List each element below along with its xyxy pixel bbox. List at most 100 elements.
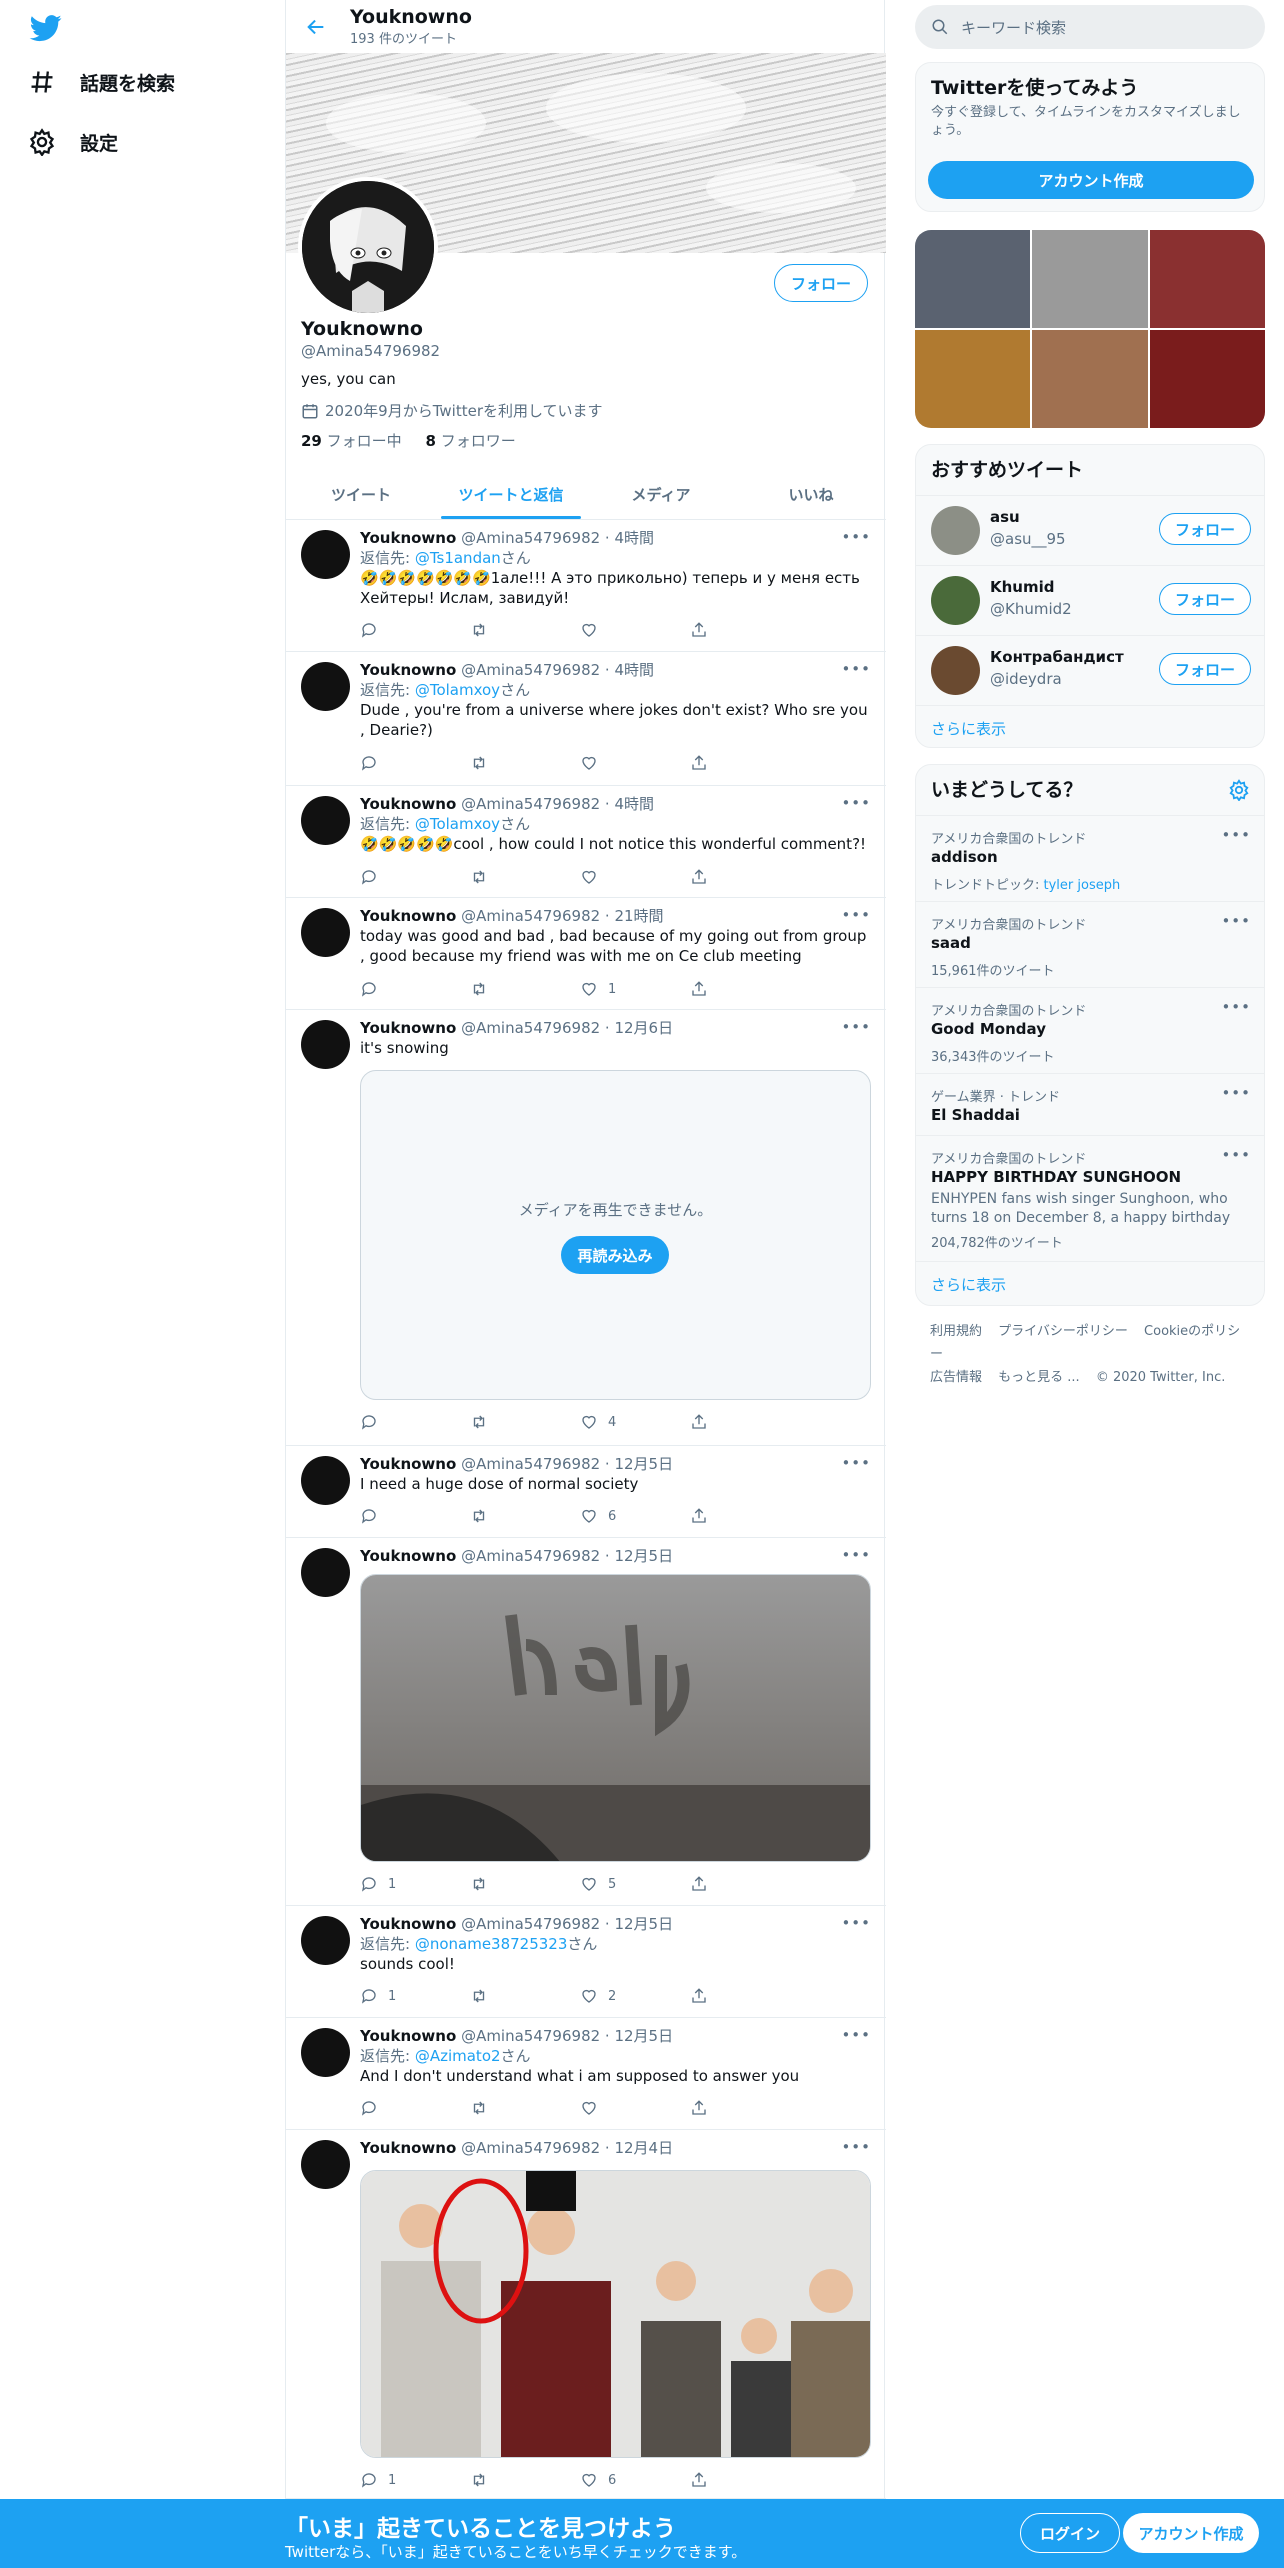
following-link[interactable]: 29 フォロー中 — [301, 432, 402, 450]
tweet-avatar[interactable] — [301, 1548, 350, 1597]
media-thumb[interactable] — [915, 230, 1031, 328]
tweet-avatar[interactable] — [301, 1456, 350, 1505]
tweet-author[interactable]: Youknowno — [360, 529, 456, 547]
followers-link[interactable]: 8 フォロワー — [426, 432, 516, 450]
suggested-user[interactable]: Контрабандист @ideydra フォロー — [916, 635, 1264, 705]
more-icon[interactable]: ••• — [1221, 1084, 1251, 1102]
signup-button[interactable]: アカウント作成 — [1123, 2513, 1259, 2553]
reload-button[interactable]: 再読み込み — [561, 1236, 669, 1274]
tweet-photo[interactable] — [360, 1574, 871, 1862]
more-icon[interactable]: ••• — [841, 1914, 871, 1932]
tweet-avatar[interactable] — [301, 662, 350, 711]
reply-button[interactable] — [360, 1506, 470, 1526]
retweet-button[interactable] — [470, 1986, 580, 2006]
suggested-user[interactable]: asu @asu__95 フォロー — [916, 495, 1264, 565]
trends-more-link[interactable]: さらに表示 — [916, 1261, 1264, 1305]
create-account-button[interactable]: アカウント作成 — [928, 161, 1254, 199]
share-button[interactable] — [690, 2098, 800, 2118]
suggested-user[interactable]: Khumid @Khumid2 フォロー — [916, 565, 1264, 635]
share-button[interactable] — [690, 1986, 800, 2006]
back-button[interactable] — [296, 7, 336, 47]
more-icon[interactable]: ••• — [841, 794, 871, 812]
more-icon[interactable]: ••• — [841, 1018, 871, 1036]
suggested-user-name[interactable]: Контрабандист — [990, 648, 1124, 666]
tweet-author[interactable]: Youknowno — [360, 1547, 456, 1565]
tweet-author[interactable]: Youknowno — [360, 2139, 456, 2157]
reply-link[interactable]: @Azimato2 — [415, 2047, 501, 2065]
retweet-button[interactable] — [470, 620, 580, 640]
retweet-button[interactable] — [470, 753, 580, 773]
share-button[interactable] — [690, 1412, 800, 1432]
tweet-avatar[interactable] — [301, 796, 350, 845]
reply-button[interactable] — [360, 620, 470, 640]
more-icon[interactable]: ••• — [841, 660, 871, 678]
footer-more-link[interactable]: もっと見る ... — [998, 1370, 1080, 1385]
tweet-avatar[interactable] — [301, 1020, 350, 1069]
retweet-button[interactable] — [470, 1412, 580, 1432]
share-button[interactable] — [690, 979, 800, 999]
like-button[interactable]: 6 — [580, 1506, 690, 1526]
profile-avatar[interactable] — [298, 177, 438, 317]
more-icon[interactable]: ••• — [1221, 1146, 1251, 1164]
trend-item[interactable]: アメリカ合衆国のトレンド HAPPY BIRTHDAY SUNGHOON ENH… — [916, 1135, 1264, 1261]
retweet-button[interactable] — [470, 1506, 580, 1526]
tweet-author[interactable]: Youknowno — [360, 1915, 456, 1933]
tweet-meta[interactable]: @Amina54796982 · 12月5日 — [461, 1547, 673, 1565]
footer-privacy-link[interactable]: プライバシーポリシー — [998, 1324, 1128, 1339]
like-button[interactable]: 5 — [580, 1874, 690, 1894]
tweet-item[interactable]: Youknowno @Amina54796982 · 12月4日 ••• 1 6 — [286, 2130, 886, 2499]
trend-item[interactable]: アメリカ合衆国のトレンド Good Monday 36,343件のツイート ••… — [916, 987, 1264, 1073]
follow-user-button[interactable]: フォロー — [1159, 653, 1251, 685]
reply-button[interactable]: 1 — [360, 1986, 470, 2006]
media-thumb[interactable] — [1032, 230, 1148, 328]
avatar[interactable] — [931, 506, 980, 555]
tweet-author[interactable]: Youknowno — [360, 1455, 456, 1473]
media-thumb[interactable] — [915, 330, 1031, 428]
reply-button[interactable] — [360, 1412, 470, 1432]
like-button[interactable]: 4 — [580, 1412, 690, 1432]
reply-button[interactable]: 1 — [360, 1874, 470, 1894]
tab-tweets-and-replies[interactable]: ツイートと返信 — [436, 470, 586, 519]
tab-likes[interactable]: いいね — [736, 470, 886, 519]
reply-button[interactable] — [360, 2098, 470, 2118]
retweet-button[interactable] — [470, 2470, 580, 2490]
media-thumb[interactable] — [1149, 330, 1265, 428]
retweet-button[interactable] — [470, 2098, 580, 2118]
share-button[interactable] — [690, 1874, 800, 1894]
retweet-button[interactable] — [470, 867, 580, 887]
tweet-meta[interactable]: @Amina54796982 · 12月5日 — [461, 2027, 673, 2045]
tweet-item[interactable]: Youknowno @Amina54796982 · 21時間 today wa… — [286, 898, 886, 1010]
more-icon[interactable]: ••• — [841, 2026, 871, 2044]
reply-link[interactable]: @Tolamxoy — [415, 815, 500, 833]
trend-topic-link[interactable]: tyler joseph — [1044, 878, 1121, 893]
tweet-meta[interactable]: @Amina54796982 · 12月6日 — [461, 1019, 673, 1037]
tweet-avatar[interactable] — [301, 908, 350, 957]
more-icon[interactable]: ••• — [841, 906, 871, 924]
more-icon[interactable]: ••• — [1221, 998, 1251, 1016]
reply-button[interactable] — [360, 753, 470, 773]
tweet-meta[interactable]: @Amina54796982 · 12月5日 — [461, 1915, 673, 1933]
tweet-author[interactable]: Youknowno — [360, 661, 456, 679]
nav-settings[interactable]: 設定 — [28, 128, 118, 156]
tweet-avatar[interactable] — [301, 2140, 350, 2189]
follow-user-button[interactable]: フォロー — [1159, 513, 1251, 545]
tweet-item[interactable]: Youknowno @Amina54796982 · 12月5日 返信先: @n… — [286, 1906, 886, 2018]
tweet-avatar[interactable] — [301, 2028, 350, 2077]
tweet-item[interactable]: Youknowno @Amina54796982 · 12月5日 I need … — [286, 1446, 886, 1538]
footer-terms-link[interactable]: 利用規約 — [930, 1324, 982, 1339]
tweet-meta[interactable]: @Amina54796982 · 12月5日 — [461, 1455, 673, 1473]
trend-item[interactable]: アメリカ合衆国のトレンド saad 15,961件のツイート ••• — [916, 901, 1264, 987]
twitter-logo-icon[interactable] — [28, 12, 64, 44]
tweet-photo[interactable] — [360, 2170, 871, 2458]
trend-item[interactable]: アメリカ合衆国のトレンド addison トレンドトピック: tyler jos… — [916, 815, 1264, 901]
follow-button[interactable]: フォロー — [773, 264, 868, 302]
like-button[interactable]: 2 — [580, 1986, 690, 2006]
reply-button[interactable]: 1 — [360, 2470, 470, 2490]
tweet-author[interactable]: Youknowno — [360, 2027, 456, 2045]
suggested-user-name[interactable]: Khumid — [990, 578, 1055, 596]
more-icon[interactable]: ••• — [841, 2138, 871, 2156]
retweet-button[interactable] — [470, 979, 580, 999]
more-icon[interactable]: ••• — [1221, 912, 1251, 930]
trend-item[interactable]: ゲーム業界 · トレンド El Shaddai ••• — [916, 1073, 1264, 1135]
tweet-meta[interactable]: @Amina54796982 · 12月4日 — [461, 2139, 673, 2157]
